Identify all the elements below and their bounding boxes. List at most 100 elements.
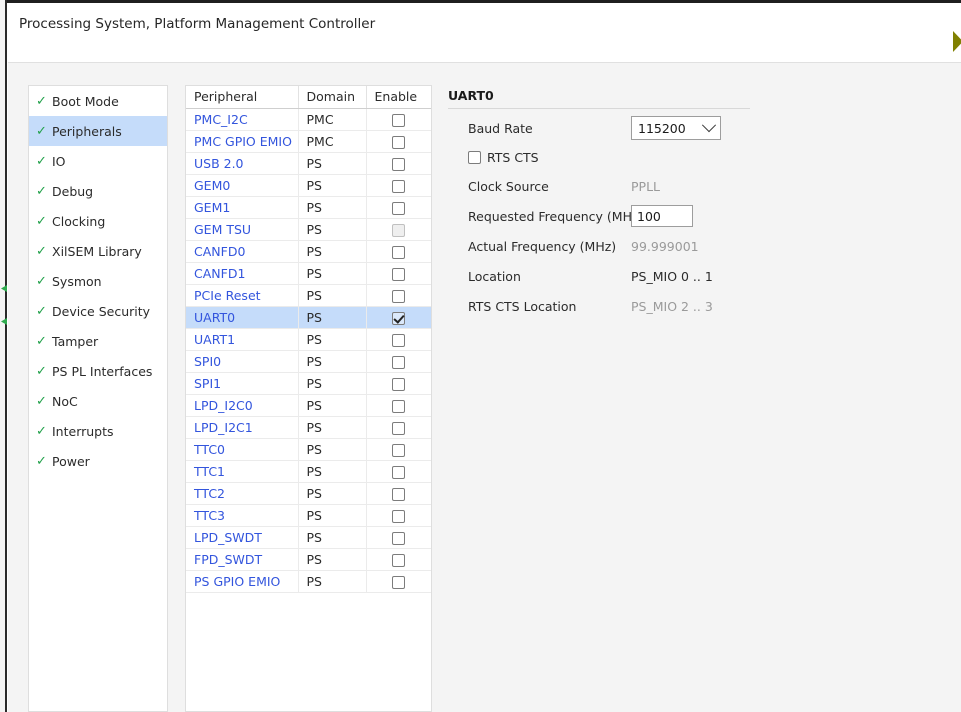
peripheral-name-cell[interactable]: FPD_SWDT xyxy=(186,548,299,571)
enable-checkbox[interactable] xyxy=(392,421,406,435)
table-row[interactable]: UART0 PS xyxy=(186,306,431,329)
table-row[interactable]: UART1 PS xyxy=(186,328,431,351)
sidebar-item-interrupts[interactable]: ✓ Interrupts xyxy=(29,416,167,446)
clock-source-row: Clock Source PPLL xyxy=(448,175,768,197)
table-row[interactable]: GEM TSU PS xyxy=(186,218,431,241)
sidebar-item-sysmon[interactable]: ✓ Sysmon xyxy=(29,266,167,296)
peripheral-name-cell[interactable]: CANFD0 xyxy=(186,240,299,263)
sidebar-item-io[interactable]: ✓ IO xyxy=(29,146,167,176)
column-header-peripheral[interactable]: Peripheral xyxy=(186,86,299,109)
sidebar-item-label: Tamper xyxy=(52,333,99,349)
peripheral-name-cell[interactable]: GEM TSU xyxy=(186,218,299,241)
table-row[interactable]: USB 2.0 PS xyxy=(186,152,431,175)
peripheral-name-cell[interactable]: CANFD1 xyxy=(186,262,299,285)
sidebar-item-peripherals[interactable]: ✓ Peripherals xyxy=(29,116,167,146)
sidebar-item-tamper[interactable]: ✓ Tamper xyxy=(29,326,167,356)
peripheral-name-cell[interactable]: PMC_I2C xyxy=(186,108,299,131)
enable-checkbox[interactable] xyxy=(392,201,406,215)
enable-checkbox[interactable] xyxy=(392,377,406,391)
enable-checkbox[interactable] xyxy=(392,355,406,369)
sidebar-item-ps-pl-interfaces[interactable]: ✓ PS PL Interfaces xyxy=(29,356,167,386)
peripheral-name-cell[interactable]: UART1 xyxy=(186,328,299,351)
chevron-down-icon xyxy=(701,118,717,133)
enable-checkbox[interactable] xyxy=(392,443,406,457)
rts-cts-label: RTS CTS xyxy=(487,149,539,165)
check-icon: ✓ xyxy=(36,423,47,439)
check-icon: ✓ xyxy=(36,453,47,469)
enable-cell xyxy=(366,482,431,505)
peripheral-name-cell[interactable]: USB 2.0 xyxy=(186,152,299,175)
enable-checkbox[interactable] xyxy=(392,575,406,589)
sidebar-item-clocking[interactable]: ✓ Clocking xyxy=(29,206,167,236)
table-row[interactable]: SPI0 PS xyxy=(186,350,431,373)
table-row[interactable]: TTC3 PS xyxy=(186,504,431,527)
table-row[interactable]: SPI1 PS xyxy=(186,372,431,395)
peripheral-name-cell[interactable]: LPD_I2C0 xyxy=(186,394,299,417)
sidebar-item-xilsem-library[interactable]: ✓ XilSEM Library xyxy=(29,236,167,266)
peripheral-name-cell[interactable]: PS GPIO EMIO xyxy=(186,570,299,593)
table-row[interactable]: PMC GPIO EMIO PMC xyxy=(186,130,431,153)
peripheral-name-cell[interactable]: PCIe Reset xyxy=(186,284,299,307)
sidebar-item-noc[interactable]: ✓ NoC xyxy=(29,386,167,416)
table-row[interactable]: LPD_I2C0 PS xyxy=(186,394,431,417)
arrow-right-icon[interactable] xyxy=(953,31,961,52)
peripheral-name-cell[interactable]: TTC0 xyxy=(186,438,299,461)
requested-frequency-input[interactable] xyxy=(631,205,693,227)
peripheral-name-cell[interactable]: LPD_I2C1 xyxy=(186,416,299,439)
table-row[interactable]: GEM1 PS xyxy=(186,196,431,219)
sidebar: ✓ Boot Mode ✓ Peripherals ✓ IO ✓ Debug ✓ Clocking… xyxy=(28,85,168,712)
enable-checkbox[interactable] xyxy=(392,509,406,523)
table-row[interactable]: GEM0 PS xyxy=(186,174,431,197)
enable-checkbox[interactable] xyxy=(392,289,406,303)
table-row[interactable]: LPD_I2C1 PS xyxy=(186,416,431,439)
peripheral-name-cell[interactable]: GEM0 xyxy=(186,174,299,197)
peripheral-name-cell[interactable]: TTC1 xyxy=(186,460,299,483)
peripheral-name-cell[interactable]: SPI1 xyxy=(186,372,299,395)
enable-checkbox[interactable] xyxy=(392,267,406,281)
table-row[interactable]: FPD_SWDT PS xyxy=(186,548,431,571)
enable-checkbox[interactable] xyxy=(392,487,406,501)
table-row[interactable]: LPD_SWDT PS xyxy=(186,526,431,549)
enable-checkbox[interactable] xyxy=(392,311,406,325)
table-row[interactable]: TTC1 PS xyxy=(186,460,431,483)
enable-checkbox[interactable] xyxy=(392,333,406,347)
table-row[interactable]: TTC0 PS xyxy=(186,438,431,461)
enable-cell xyxy=(366,328,431,351)
enable-checkbox[interactable] xyxy=(392,245,406,259)
enable-checkbox[interactable] xyxy=(392,113,406,127)
enable-checkbox[interactable] xyxy=(392,553,406,567)
enable-checkbox[interactable] xyxy=(392,531,406,545)
enable-checkbox[interactable] xyxy=(392,465,406,479)
sidebar-item-label: Debug xyxy=(52,183,94,199)
table-row[interactable]: CANFD1 PS xyxy=(186,262,431,285)
sidebar-item-device-security[interactable]: ✓ Device Security xyxy=(29,296,167,326)
sidebar-item-debug[interactable]: ✓ Debug xyxy=(29,176,167,206)
enable-checkbox[interactable] xyxy=(392,157,406,171)
peripheral-name-cell[interactable]: TTC3 xyxy=(186,504,299,527)
baud-rate-select[interactable]: 115200 xyxy=(631,116,721,140)
peripheral-name-cell[interactable]: SPI0 xyxy=(186,350,299,373)
column-header-enable[interactable]: Enable xyxy=(366,86,431,109)
peripheral-name-cell[interactable]: LPD_SWDT xyxy=(186,526,299,549)
requested-frequency-row: Requested Frequency (MHz) xyxy=(448,205,768,227)
domain-cell: PS xyxy=(298,174,367,197)
peripheral-name-cell[interactable]: UART0 xyxy=(186,306,299,329)
peripheral-name-cell[interactable]: PMC GPIO EMIO xyxy=(186,130,299,153)
rts-cts-checkbox[interactable] xyxy=(468,150,481,164)
peripheral-name-cell[interactable]: GEM1 xyxy=(186,196,299,219)
enable-cell xyxy=(366,460,431,483)
table-row[interactable]: TTC2 PS xyxy=(186,482,431,505)
column-header-domain[interactable]: Domain xyxy=(298,86,367,109)
sidebar-item-power[interactable]: ✓ Power xyxy=(29,446,167,476)
peripheral-name-cell[interactable]: TTC2 xyxy=(186,482,299,505)
table-row[interactable]: PCIe Reset PS xyxy=(186,284,431,307)
domain-cell: PS xyxy=(298,240,367,263)
enable-checkbox[interactable] xyxy=(392,179,406,193)
sidebar-item-boot-mode[interactable]: ✓ Boot Mode xyxy=(29,86,167,116)
enable-checkbox[interactable] xyxy=(392,135,406,149)
enable-checkbox[interactable] xyxy=(392,399,406,413)
table-row[interactable]: PMC_I2C PMC xyxy=(186,108,431,131)
table-row[interactable]: CANFD0 PS xyxy=(186,240,431,263)
domain-cell: PS xyxy=(298,504,367,527)
table-row[interactable]: PS GPIO EMIO PS xyxy=(186,570,431,593)
